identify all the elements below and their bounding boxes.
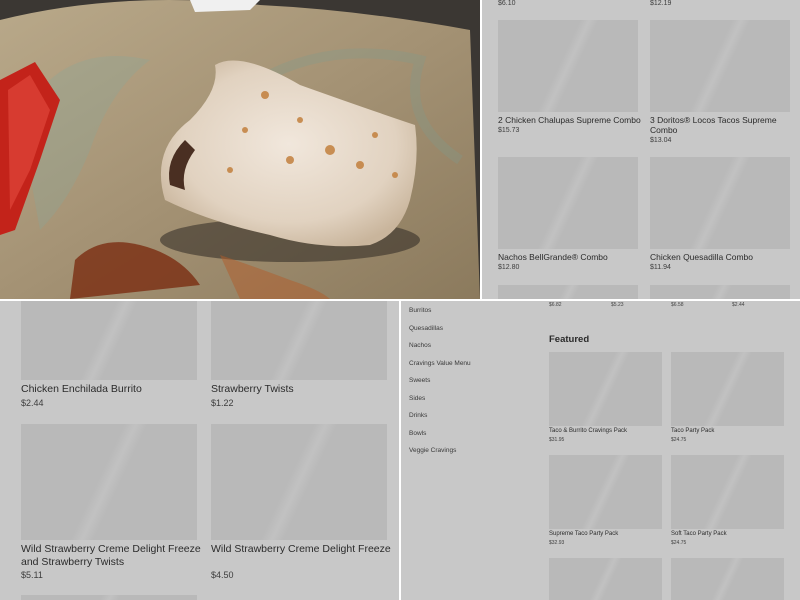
featured-panel: $6.82 $5.23 $6.58 $2.44 Burritos Quesadi…: [401, 301, 800, 600]
menu-item-image[interactable]: [21, 424, 197, 540]
menu-item-image[interactable]: [21, 595, 197, 600]
menu-items-panel: Chicken Enchilada Burrito $2.44 Strawber…: [0, 301, 399, 600]
menu-item-price: $12.80: [498, 264, 520, 271]
menu-item-price: $11.94: [650, 264, 671, 271]
menu-item-image[interactable]: [211, 301, 387, 380]
menu-item-name[interactable]: Strawberry Twists: [211, 383, 391, 396]
menu-item-price: $24.75: [671, 540, 687, 546]
nav-item-cravings-value-menu[interactable]: Cravings Value Menu: [409, 360, 471, 367]
menu-item-image[interactable]: [211, 424, 387, 540]
menu-item-price: $4.50: [211, 570, 234, 580]
menu-item-image[interactable]: [549, 455, 662, 529]
menu-item-image[interactable]: [549, 352, 662, 426]
menu-item-price: $1.22: [211, 398, 234, 408]
menu-item-name[interactable]: Supreme Taco Party Pack: [549, 531, 664, 538]
menu-item-image[interactable]: [21, 301, 197, 380]
menu-item-name[interactable]: Wild Strawberry Creme Delight Freeze and…: [21, 543, 201, 568]
menu-item-price: $15.73: [498, 127, 520, 134]
menu-item-name[interactable]: Soft Taco Party Pack: [671, 531, 786, 538]
menu-item-image[interactable]: [498, 157, 638, 249]
menu-item-image[interactable]: [498, 285, 638, 299]
section-title: Featured: [549, 334, 590, 345]
item-price: $12.19: [650, 0, 672, 7]
menu-item-image[interactable]: [650, 20, 790, 112]
nav-item-bowls[interactable]: Bowls: [409, 430, 426, 437]
menu-item-price: $31.95: [549, 437, 565, 443]
menu-item-price: $5.11: [21, 570, 43, 580]
menu-item-image[interactable]: [650, 157, 790, 249]
burrito-photo-icon: [0, 0, 480, 299]
nav-item-sweets[interactable]: Sweets: [409, 377, 430, 384]
food-photo: [0, 0, 480, 299]
menu-item-image[interactable]: [671, 352, 784, 426]
nav-item-quesadillas[interactable]: Quesadillas: [409, 325, 443, 332]
menu-item-image[interactable]: [549, 558, 662, 600]
item-price: $6.82: [549, 302, 562, 308]
item-price: $6.10: [498, 0, 516, 7]
nav-item-drinks[interactable]: Drinks: [409, 412, 427, 419]
nav-item-sides[interactable]: Sides: [409, 395, 425, 402]
menu-item-name[interactable]: 3 Doritos® Locos Tacos Supreme Combo: [650, 115, 795, 135]
item-price: $2.44: [732, 302, 745, 308]
menu-item-price: $2.44: [21, 398, 44, 408]
menu-combos-panel: $6.10 $12.19 2 Chicken Chalupas Supreme …: [482, 0, 800, 299]
menu-item-name[interactable]: Wild Strawberry Creme Delight Freeze: [211, 543, 391, 556]
nav-item-veggie-cravings[interactable]: Veggie Cravings: [409, 447, 456, 454]
menu-item-image[interactable]: [498, 20, 638, 112]
menu-item-price: $32.93: [549, 540, 565, 546]
menu-item-name[interactable]: Chicken Enchilada Burrito: [21, 383, 201, 396]
item-price: $5.23: [611, 302, 624, 308]
menu-item-name[interactable]: Chicken Quesadilla Combo: [650, 252, 795, 262]
menu-item-image[interactable]: [650, 285, 790, 299]
nav-item-nachos[interactable]: Nachos: [409, 342, 431, 349]
menu-item-name[interactable]: 2 Chicken Chalupas Supreme Combo: [498, 115, 643, 125]
menu-item-name[interactable]: Taco & Burrito Cravings Pack: [549, 428, 664, 435]
item-price: $6.58: [671, 302, 684, 308]
nav-item-burritos[interactable]: Burritos: [409, 307, 431, 314]
menu-item-name[interactable]: Taco Party Pack: [671, 428, 786, 435]
menu-item-price: $13.04: [650, 137, 672, 144]
menu-item-image[interactable]: [671, 455, 784, 529]
menu-item-image[interactable]: [671, 558, 784, 600]
menu-item-price: $24.75: [671, 437, 687, 443]
menu-item-name[interactable]: Nachos BellGrande® Combo: [498, 252, 643, 262]
